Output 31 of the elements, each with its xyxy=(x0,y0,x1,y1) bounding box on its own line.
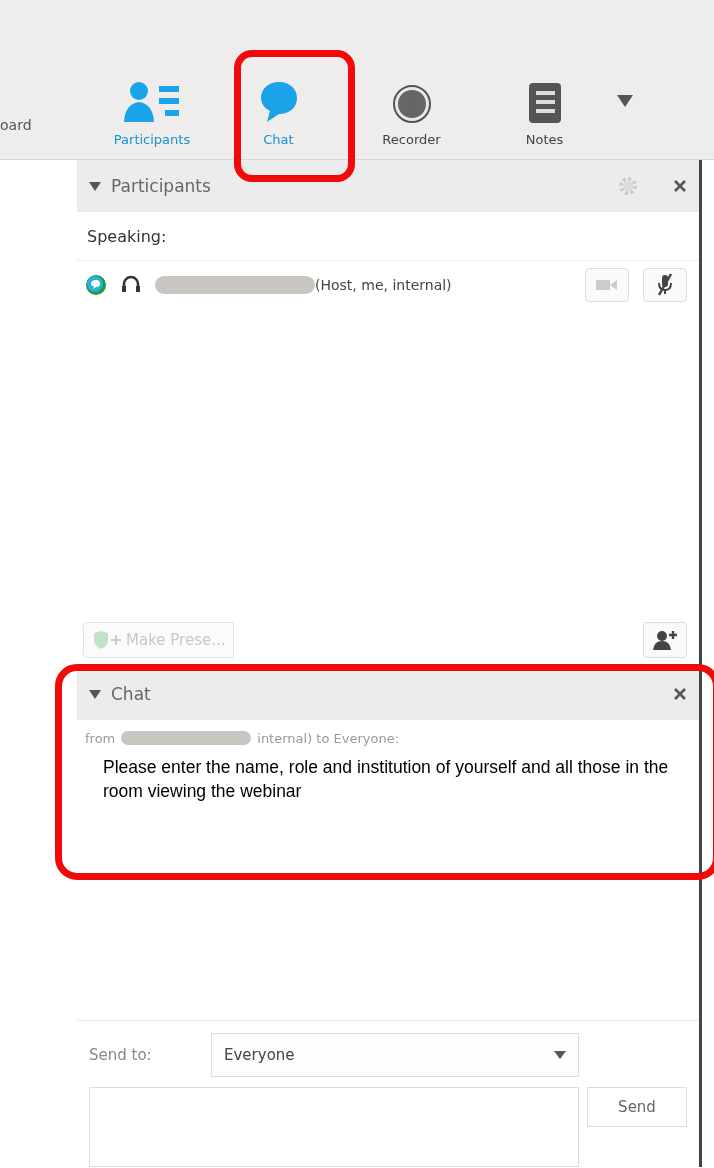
toolbar-tab[interactable]: Notes xyxy=(478,67,611,147)
send-to-label: Send to: xyxy=(89,1046,153,1064)
muted-microphone-icon xyxy=(656,273,674,297)
speech-bubble-icon xyxy=(258,80,299,124)
dropdown-caret-icon xyxy=(554,1051,566,1059)
participant-role: (Host, me, internal) xyxy=(315,277,453,293)
toolbar-tab[interactable]: Recorder xyxy=(345,67,478,147)
add-person-button[interactable] xyxy=(643,622,687,658)
close-icon[interactable] xyxy=(673,179,687,193)
tab-label[interactable]: oard xyxy=(0,117,92,133)
panel-title: Participants xyxy=(111,176,212,196)
dropdown-caret-icon[interactable] xyxy=(617,95,633,107)
participants-icon xyxy=(123,80,181,124)
speaking-label: Speaking: xyxy=(87,226,167,246)
shield-plus-icon xyxy=(92,630,122,650)
status-icon xyxy=(85,274,107,296)
camera-icon xyxy=(596,279,618,291)
send-button[interactable]: Send xyxy=(587,1087,687,1127)
sender-label: from xyxy=(85,730,116,746)
panel-title: Chat xyxy=(111,684,152,704)
record-icon xyxy=(391,84,432,124)
microphone-button[interactable] xyxy=(643,268,687,302)
add-person-icon xyxy=(653,630,677,650)
message-input[interactable] xyxy=(89,1087,579,1167)
chat-message: Please enter the name, role and institution of yourself and all those in the room viewing the webinar xyxy=(103,756,670,803)
close-icon[interactable] xyxy=(673,687,687,701)
recipient-label: internal) to Everyone: xyxy=(257,730,400,746)
notebook-icon xyxy=(527,82,562,124)
recipient-dropdown[interactable]: Everyone xyxy=(211,1033,579,1077)
collapse-caret-icon[interactable] xyxy=(89,690,101,700)
collapse-caret-icon[interactable] xyxy=(89,182,101,192)
